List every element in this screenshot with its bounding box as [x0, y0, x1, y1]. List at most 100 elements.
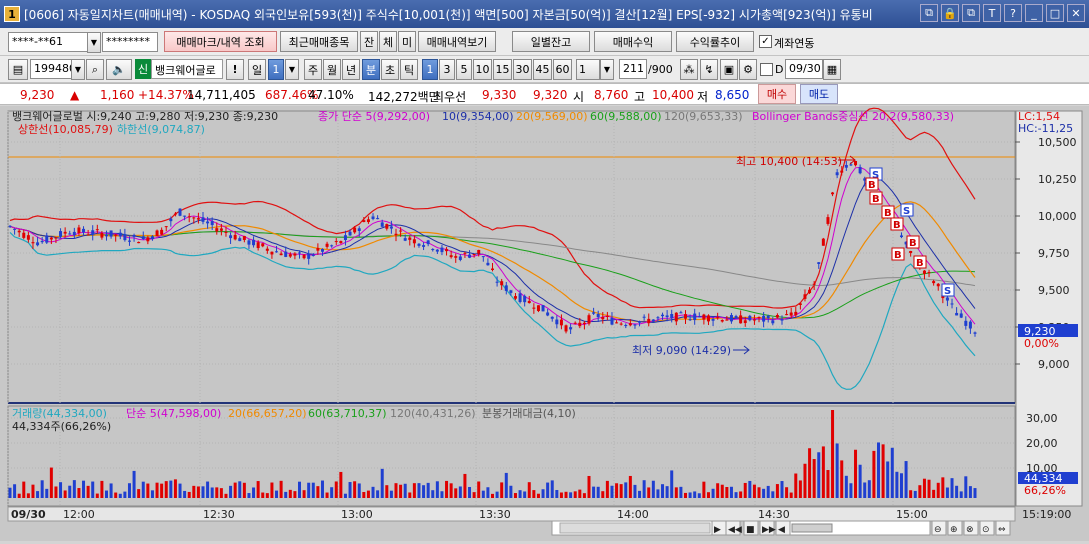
- trade-mark-query-button[interactable]: 매매마크/내역 조회: [164, 31, 277, 52]
- minute-option-3[interactable]: 3: [439, 59, 455, 80]
- count-dropdown-icon[interactable]: ▼: [600, 59, 614, 80]
- candle-body: [183, 215, 187, 217]
- speaker-icon[interactable]: 🔈: [106, 59, 132, 80]
- volume-bar: [817, 452, 821, 498]
- period-tick-button[interactable]: 틱: [400, 59, 418, 80]
- tool-draw-icon[interactable]: ↯: [700, 59, 718, 80]
- search-icon[interactable]: ⌕: [86, 59, 104, 80]
- volume-bar: [491, 493, 494, 498]
- calendar-icon[interactable]: ▦: [823, 59, 841, 80]
- settings-gear-icon[interactable]: ⚙: [739, 59, 757, 80]
- volume-bar: [54, 486, 58, 498]
- candle-body: [932, 281, 936, 284]
- account-dropdown-icon[interactable]: ▼: [87, 32, 101, 53]
- save-icon[interactable]: ▣: [720, 59, 738, 80]
- price-volume-chart[interactable]: 10,50010,25010,0009,7509,5009,2509,00030…: [0, 106, 1089, 541]
- candle-body: [532, 307, 536, 309]
- candle-body: [472, 253, 476, 255]
- candle-body: [812, 283, 816, 285]
- volume-bar: [206, 481, 210, 498]
- candle-body: [844, 165, 848, 168]
- date-checkbox[interactable]: [760, 63, 773, 76]
- balance-button[interactable]: 잔: [360, 31, 378, 52]
- volume-bar: [656, 489, 660, 498]
- period-day-count[interactable]: 1: [268, 59, 284, 80]
- volume-bar: [647, 487, 651, 498]
- period-minute-button[interactable]: 분: [362, 59, 380, 80]
- minimize-icon[interactable]: _: [1025, 4, 1043, 22]
- recent-items-button[interactable]: 최근매매종목: [280, 31, 358, 52]
- candle-body: [936, 283, 940, 287]
- candle-body: [835, 172, 839, 176]
- account-input[interactable]: ****-**61: [8, 32, 88, 52]
- candle-body: [555, 319, 559, 325]
- day-dropdown-icon[interactable]: ▼: [285, 59, 299, 80]
- candle-body: [569, 327, 573, 330]
- copy-icon[interactable]: ⧉: [962, 4, 980, 22]
- volume-bar: [17, 493, 21, 498]
- data-total-label: /900: [648, 63, 673, 76]
- close-icon[interactable]: ✕: [1067, 4, 1085, 22]
- period-year-button[interactable]: 년: [342, 59, 360, 80]
- volume-bar: [91, 481, 95, 498]
- sell-button[interactable]: 매도: [800, 84, 838, 104]
- trade-profit-button[interactable]: 매매수익: [594, 31, 672, 52]
- candle-body: [403, 238, 407, 241]
- maximize-icon[interactable]: □: [1046, 4, 1064, 22]
- account-link-checkbox[interactable]: ✓: [759, 35, 772, 48]
- candle-body: [13, 228, 17, 230]
- high-annotation: 최고 10,400 (14:53): [736, 155, 842, 168]
- minute-option-60[interactable]: 60: [553, 59, 572, 80]
- candle-body: [674, 312, 678, 322]
- return-trend-button[interactable]: 수익률추이: [676, 31, 754, 52]
- period-week-button[interactable]: 주: [304, 59, 322, 80]
- volume-bar: [261, 492, 265, 498]
- tile-icon[interactable]: ⧉: [920, 4, 938, 22]
- count-select[interactable]: 1: [576, 59, 600, 80]
- candle-body: [298, 252, 301, 254]
- period-second-button[interactable]: 초: [381, 59, 399, 80]
- period-month-button[interactable]: 월: [323, 59, 341, 80]
- pending-button[interactable]: 미: [398, 31, 416, 52]
- data-count-input[interactable]: 211: [619, 59, 647, 79]
- candle-body: [849, 164, 853, 166]
- candle-body: [394, 233, 398, 236]
- minute-option-1[interactable]: 1: [422, 59, 438, 80]
- trade-history-button[interactable]: 매매내역보기: [418, 31, 496, 52]
- chart-scrollbar-thumb[interactable]: [559, 522, 711, 534]
- chart-menu-icon[interactable]: ▤: [8, 59, 28, 80]
- buy-button[interactable]: 매수: [758, 84, 796, 104]
- buy-mark-letter: B: [909, 238, 917, 249]
- period-day-button[interactable]: 일: [248, 59, 266, 80]
- minute-option-15[interactable]: 15: [493, 59, 512, 80]
- daily-balance-button[interactable]: 일별잔고: [512, 31, 590, 52]
- minute-option-10[interactable]: 10: [473, 59, 492, 80]
- code-dropdown-icon[interactable]: ▼: [71, 59, 85, 80]
- y-tick-label: 10,500: [1038, 136, 1077, 149]
- zoom-slider-thumb[interactable]: [791, 523, 833, 533]
- vol-legend-amount: 분봉거래대금(4,10): [482, 407, 576, 420]
- help-icon[interactable]: ?: [1004, 4, 1022, 22]
- minute-option-30[interactable]: 30: [513, 59, 532, 80]
- text-icon[interactable]: T: [983, 4, 1001, 22]
- legend-ma60: 60(9,588,00): [590, 110, 662, 123]
- candle-body: [729, 315, 733, 322]
- candle-body: [858, 167, 862, 174]
- password-input[interactable]: ********: [102, 32, 158, 52]
- candle-body: [596, 314, 600, 318]
- minute-option-45[interactable]: 45: [533, 59, 552, 80]
- stock-code-input[interactable]: 199480: [30, 59, 72, 79]
- turnover-rate: 47.10%: [308, 88, 354, 102]
- chart-area[interactable]: 10,50010,25010,0009,7509,5009,2509,00030…: [0, 106, 1089, 541]
- minute-option-5[interactable]: 5: [456, 59, 472, 80]
- warning-icon[interactable]: !: [226, 59, 244, 80]
- date-input[interactable]: 09/30: [785, 59, 823, 79]
- buy-mark-letter: B: [868, 180, 876, 191]
- volume-bar: [366, 490, 370, 498]
- candle-body: [840, 170, 844, 173]
- fill-button[interactable]: 체: [379, 31, 397, 52]
- tool-crosshair-icon[interactable]: ⁂: [680, 59, 698, 80]
- volume-bar: [127, 483, 131, 498]
- lock-icon[interactable]: 🔒: [941, 4, 959, 22]
- volume-bar: [872, 450, 876, 498]
